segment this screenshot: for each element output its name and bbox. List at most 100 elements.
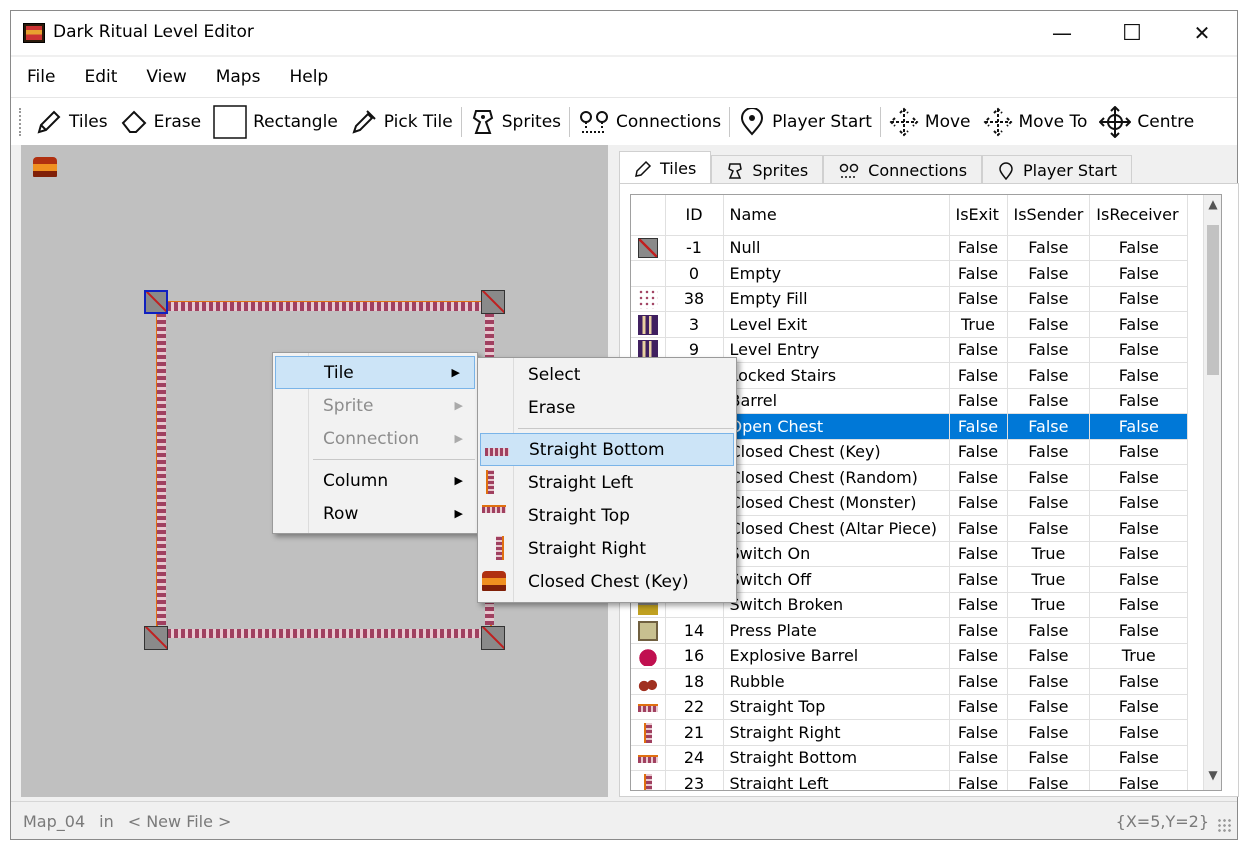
tile-icon-cell <box>631 260 666 287</box>
menu-view[interactable]: View <box>146 67 186 87</box>
minimize-button[interactable]: — <box>1027 11 1097 55</box>
tab-connections[interactable]: Connections <box>823 155 983 185</box>
erase-tool-label: Erase <box>153 111 202 132</box>
close-button[interactable]: ✕ <box>1167 11 1237 55</box>
table-row[interactable]: 23 Straight Left False False False <box>631 770 1189 790</box>
maximize-button[interactable]: ☐ <box>1097 11 1167 55</box>
column-header-name[interactable]: Name <box>723 195 950 236</box>
centre-tool-button[interactable]: Centre <box>1093 102 1200 142</box>
sprites-tool-label: Sprites <box>501 111 562 132</box>
tile-icon-cell <box>631 745 666 771</box>
table-header-row: ID Name IsExit IsSender IsReceiver <box>631 195 1189 236</box>
wall-h-icon <box>637 703 658 712</box>
pencil-icon <box>635 160 652 177</box>
submenu-item-label: Erase <box>528 397 576 418</box>
tile-id-cell: 16 <box>665 643 724 669</box>
column-header-isreceiver[interactable]: IsReceiver <box>1089 195 1189 236</box>
column-header-issender[interactable]: IsSender <box>1007 195 1091 236</box>
table-row[interactable]: 3 Level Exit True False False <box>631 311 1189 338</box>
tile-isexit-cell: False <box>949 694 1008 720</box>
wall-top[interactable] <box>167 302 481 311</box>
context-item-column[interactable]: Column ▶ <box>273 464 477 497</box>
menu-edit[interactable]: Edit <box>84 67 117 87</box>
context-item-row[interactable]: Row ▶ <box>273 497 477 530</box>
context-item-tile[interactable]: Tile ▶ <box>275 356 475 389</box>
tile-id-cell: 21 <box>665 719 724 746</box>
move-to-icon <box>983 107 1012 136</box>
scroll-up-arrow-icon[interactable]: ▲ <box>1204 197 1221 217</box>
corner-tile[interactable] <box>481 290 505 314</box>
move-to-tool-button[interactable]: Move To <box>977 102 1094 142</box>
player-start-tool-button[interactable]: Player Start <box>732 102 878 142</box>
wall-vertical-icon <box>486 470 494 494</box>
table-row[interactable]: 24 Straight Bottom False False False <box>631 745 1189 771</box>
submenu-item-erase[interactable]: Erase <box>478 391 736 424</box>
tile-isexit-cell: False <box>949 617 1008 644</box>
pick-tile-tool-button[interactable]: Pick Tile <box>344 102 459 142</box>
tile-icon-cell <box>631 235 666 261</box>
submenu-item-select[interactable]: Select <box>478 358 736 391</box>
connections-tool-button[interactable]: Connections <box>572 102 727 142</box>
sprites-tool-button[interactable]: Sprites <box>464 102 567 142</box>
submenu-item-straight-right[interactable]: Straight Right <box>478 532 736 565</box>
context-item-connection[interactable]: Connection ▶ <box>273 422 477 455</box>
tile-isexit-cell: False <box>949 286 1008 312</box>
app-logo-icon <box>23 23 45 43</box>
submenu-item-straight-top[interactable]: Straight Top <box>478 499 736 532</box>
rectangle-tool-button[interactable]: Rectangle <box>207 102 344 142</box>
submenu-item-closed-chest-key[interactable]: Closed Chest (Key) <box>478 565 736 598</box>
table-row[interactable]: 18 Rubble False False False <box>631 668 1189 695</box>
table-row[interactable]: -1 Null False False False <box>631 235 1189 261</box>
move-to-tool-label: Move To <box>1018 111 1088 132</box>
corner-tile[interactable] <box>144 626 168 650</box>
tile-issender-cell: False <box>1007 439 1091 465</box>
context-item-sprite[interactable]: Sprite ▶ <box>273 389 477 422</box>
title-bar: Dark Ritual Level Editor — ☐ ✕ <box>11 11 1237 55</box>
table-row[interactable]: 0 Empty False False False <box>631 260 1189 287</box>
context-item-label: Row <box>323 503 359 524</box>
table-row[interactable]: 22 Straight Top False False False <box>631 694 1189 720</box>
table-row[interactable]: 16 Explosive Barrel False False True <box>631 643 1189 669</box>
tab-sprites[interactable]: Sprites <box>711 155 824 185</box>
tile-isreceiver-cell: False <box>1089 770 1189 790</box>
resize-grip-icon[interactable] <box>1217 818 1231 832</box>
tile-name-cell: Closed Chest (Altar Piece) <box>723 515 950 542</box>
tab-player-start[interactable]: Player Start <box>982 155 1132 185</box>
tile-id-cell: 38 <box>665 286 724 312</box>
tile-issender-cell: False <box>1007 719 1091 746</box>
erase-tool-button[interactable]: Erase <box>114 102 207 142</box>
table-row[interactable]: 38 Empty Fill False False False <box>631 286 1189 312</box>
empty-fill-icon <box>637 289 658 309</box>
toolbar-grip[interactable] <box>19 107 23 136</box>
tiles-tool-button[interactable]: Tiles <box>29 102 114 142</box>
tile-isexit-cell: False <box>949 362 1008 389</box>
table-row[interactable]: 21 Straight Right False False False <box>631 719 1189 746</box>
menu-file[interactable]: File <box>27 67 55 87</box>
menu-maps[interactable]: Maps <box>216 67 261 87</box>
scrollbar-thumb[interactable] <box>1207 225 1219 375</box>
tile-isreceiver-cell: False <box>1089 286 1189 312</box>
submenu-item-straight-bottom[interactable]: Straight Bottom <box>480 433 734 466</box>
vertical-scrollbar[interactable]: ▲ ▼ <box>1203 195 1221 790</box>
column-header-isexit[interactable]: IsExit <box>949 195 1008 236</box>
context-menu: Tile ▶ Sprite ▶ Connection ▶ Column ▶ Ro… <box>272 352 478 534</box>
corner-tile[interactable] <box>481 626 505 650</box>
wall-left[interactable] <box>157 313 166 625</box>
tile-isexit-cell: True <box>949 311 1008 338</box>
tile-icon-cell <box>631 694 666 720</box>
scroll-down-arrow-icon[interactable]: ▼ <box>1204 768 1221 788</box>
tile-isreceiver-cell: False <box>1089 413 1189 440</box>
table-row[interactable]: 14 Press Plate False False False <box>631 617 1189 644</box>
menu-help[interactable]: Help <box>289 67 328 87</box>
submenu-item-straight-left[interactable]: Straight Left <box>478 466 736 499</box>
wall-bottom[interactable] <box>167 629 481 638</box>
tile-isexit-cell: False <box>949 260 1008 287</box>
tab-tiles[interactable]: Tiles <box>619 151 712 185</box>
tile-name-cell: Closed Chest (Random) <box>723 464 950 491</box>
column-header-icon[interactable] <box>631 195 666 236</box>
corner-tile-selected[interactable] <box>144 290 168 314</box>
tab-connections-label: Connections <box>868 161 968 180</box>
tile-issender-cell: False <box>1007 490 1091 516</box>
column-header-id[interactable]: ID <box>665 195 724 236</box>
move-tool-button[interactable]: Move <box>883 102 977 142</box>
